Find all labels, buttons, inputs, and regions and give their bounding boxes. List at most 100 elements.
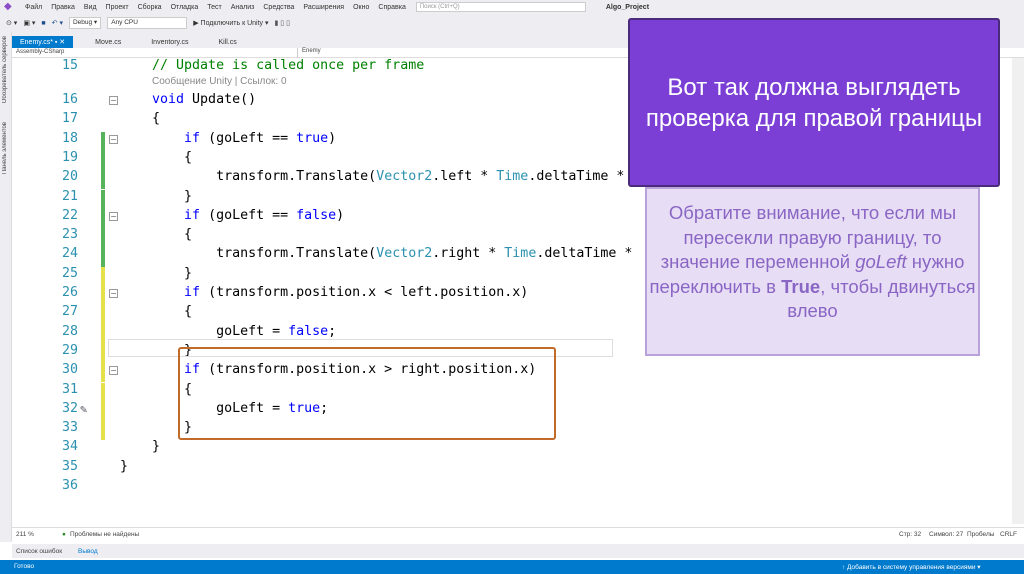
- change-marker: [101, 363, 105, 383]
- menu-item[interactable]: Анализ: [231, 4, 255, 11]
- code-token: {: [120, 149, 193, 165]
- tab-output[interactable]: Вывод: [78, 548, 98, 555]
- code-token: Time: [496, 169, 529, 185]
- code-line[interactable]: void Update(): [120, 92, 256, 107]
- code-line[interactable]: if (transform.position.x < left.position…: [120, 285, 528, 300]
- code-token: (transform.position.x < left.position.x): [200, 285, 529, 300]
- change-marker: [101, 266, 105, 286]
- menu-item[interactable]: Отладка: [171, 4, 199, 11]
- line-number: 20: [61, 169, 78, 185]
- code-token: ): [328, 130, 337, 146]
- collapse-icon[interactable]: −: [109, 96, 118, 105]
- line-number: 26: [61, 285, 78, 300]
- line-number: 33: [61, 420, 78, 436]
- code-line[interactable]: goLeft = false;: [120, 324, 336, 339]
- class-dropdown[interactable]: Enemy: [297, 48, 321, 58]
- menu-item[interactable]: Правка: [51, 4, 75, 11]
- code-token: }: [120, 439, 161, 455]
- code-line[interactable]: transform.Translate(Vector2.right * Time…: [120, 246, 632, 261]
- menu-item[interactable]: Расширения: [303, 4, 344, 11]
- line-number: 21: [61, 188, 78, 204]
- line-number: 36: [61, 478, 78, 493]
- vertical-scrollbar[interactable]: [1012, 58, 1024, 524]
- undo-icon[interactable]: ↶ ▾: [52, 19, 63, 27]
- code-line[interactable]: }: [120, 439, 160, 454]
- bottom-panel-tabs: Список ошибок Вывод: [12, 544, 1024, 558]
- quick-actions-icon[interactable]: ✎: [80, 402, 87, 416]
- collapse-icon[interactable]: −: [109, 134, 118, 144]
- platform-dropdown[interactable]: Any CPU: [107, 17, 188, 29]
- menu-item[interactable]: Тест: [207, 4, 221, 11]
- line-number: 15: [61, 58, 78, 73]
- code-line[interactable]: transform.Translate(Vector2.left * Time.…: [120, 169, 624, 184]
- change-marker: [101, 305, 105, 325]
- code-token: .deltaTime *: [536, 246, 633, 262]
- menu-item[interactable]: Средства: [263, 4, 294, 11]
- code-token: // Update is called once per frame: [120, 58, 425, 73]
- tab-inventory[interactable]: Inventory.cs: [143, 37, 196, 48]
- status-bar: Готово ↑ Добавить в систему управления в…: [0, 560, 1024, 574]
- code-line[interactable]: {: [120, 111, 160, 126]
- menu-item[interactable]: Справка: [378, 4, 405, 11]
- code-token: (goLeft ==: [200, 207, 297, 223]
- line-number: 24: [61, 246, 78, 262]
- whitespace-mode[interactable]: Пробелы: [967, 531, 994, 538]
- save-icon[interactable]: ■: [41, 20, 45, 27]
- menu-item[interactable]: Файл: [25, 4, 42, 11]
- back-icon[interactable]: ⊙ ▾: [6, 19, 17, 27]
- tab-error-list[interactable]: Список ошибок: [16, 548, 62, 555]
- collapse-icon[interactable]: −: [109, 211, 118, 221]
- code-line[interactable]: // Update is called once per frame: [120, 58, 424, 73]
- code-line[interactable]: }: [120, 266, 192, 281]
- code-token: goLeft =: [120, 323, 289, 339]
- code-token: if: [184, 207, 201, 223]
- problems-status[interactable]: Проблемы не найдены: [70, 531, 139, 538]
- visual-studio-logo-icon: ◆: [4, 1, 12, 12]
- code-line[interactable]: {: [120, 150, 192, 165]
- change-marker: [101, 286, 105, 306]
- codelens-info[interactable]: Сообщение Unity | Ссылок: 0: [152, 76, 287, 87]
- code-token: (goLeft ==: [200, 130, 297, 146]
- menu-item[interactable]: Проект: [106, 4, 129, 11]
- tab-move[interactable]: Move.cs: [87, 37, 129, 48]
- code-line[interactable]: if (goLeft == true): [120, 131, 336, 146]
- code-line[interactable]: {: [120, 304, 192, 319]
- toolbox-tab[interactable]: Панель элементов: [2, 122, 8, 174]
- bookmark-icon[interactable]: ▮ ▯ ▯: [274, 19, 289, 27]
- project-dropdown[interactable]: Assembly-CSharp: [16, 49, 64, 55]
- line-number: 31: [61, 381, 78, 397]
- change-marker: [101, 324, 105, 344]
- line-ending[interactable]: CRLF: [1000, 531, 1017, 538]
- callout-title: Вот так должна выглядеть проверка для пр…: [628, 18, 1000, 187]
- code-token: Time: [504, 246, 537, 262]
- collapse-icon[interactable]: −: [109, 366, 118, 376]
- change-marker: [101, 343, 105, 364]
- configuration-dropdown[interactable]: Debug ▾: [68, 17, 102, 29]
- tab-enemy[interactable]: Enemy.cs* ▪ ✕: [12, 36, 74, 48]
- collapse-icon[interactable]: −: [109, 289, 118, 298]
- tab-kill[interactable]: Kill.cs: [210, 37, 244, 48]
- menu-item[interactable]: Вид: [84, 4, 97, 11]
- note-variable: goLeft: [855, 251, 907, 272]
- new-file-icon[interactable]: ▣ ▾: [23, 19, 35, 27]
- code-token: true: [296, 130, 329, 146]
- code-line[interactable]: }: [120, 459, 128, 474]
- code-token: {: [120, 111, 161, 127]
- change-marker: [101, 382, 105, 402]
- menu-item[interactable]: Окно: [353, 4, 369, 11]
- attach-unity-button[interactable]: ▶ Подключить к Unity ▾: [193, 19, 268, 27]
- zoom-level[interactable]: 211 %: [16, 531, 34, 538]
- menu-bar: ◆ Файл Правка Вид Проект Сборка Отладка Тест Ан…: [0, 0, 1024, 14]
- editor-status-row: 211 % ● Проблемы не найдены Стр: 32 Симв…: [12, 527, 1024, 541]
- line-number: 34: [61, 439, 78, 455]
- server-explorer-tab[interactable]: Обозреватель серверов: [2, 36, 8, 103]
- add-to-source-control-button[interactable]: ↑ Добавить в систему управления версиями…: [842, 563, 981, 571]
- code-token: ): [336, 207, 345, 223]
- note-bold: True: [781, 275, 821, 297]
- code-token: transform.Translate(: [120, 246, 377, 262]
- code-line[interactable]: }: [120, 189, 192, 204]
- menu-item[interactable]: Сборка: [138, 4, 162, 11]
- code-line[interactable]: {: [120, 227, 192, 242]
- code-line[interactable]: if (goLeft == false): [120, 208, 344, 223]
- search-input[interactable]: Поиск (Ctrl+Q): [415, 2, 586, 12]
